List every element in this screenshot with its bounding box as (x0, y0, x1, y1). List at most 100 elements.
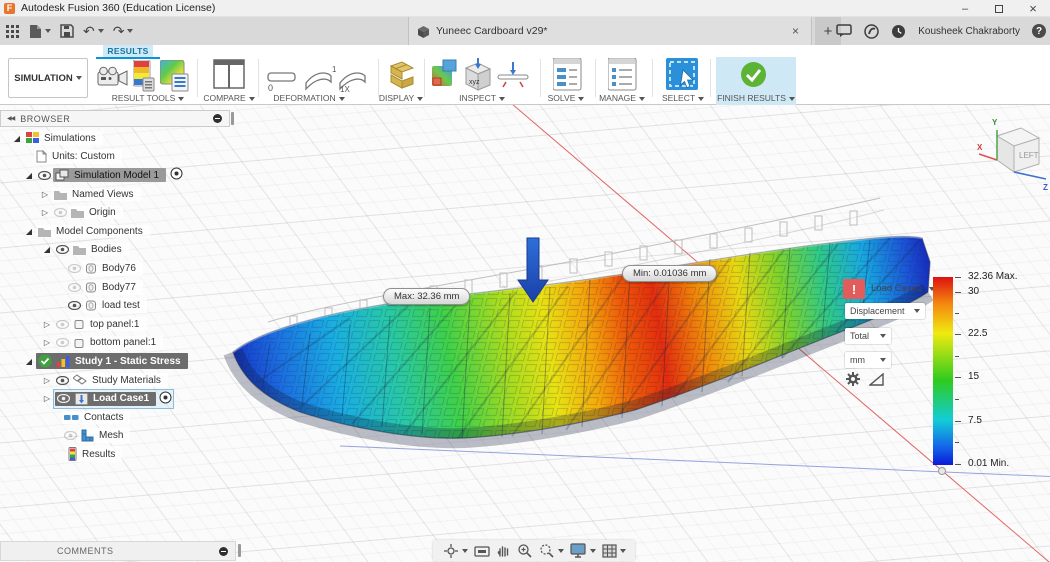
visibility-eye-icon[interactable] (54, 376, 71, 385)
comments-panel-header[interactable]: COMMENTS (0, 541, 236, 561)
visibility-off-eye-icon[interactable] (66, 283, 83, 292)
group-deformation[interactable]: DEFORMATION (267, 93, 351, 103)
display-settings-icon[interactable] (570, 543, 596, 558)
document-tab[interactable]: Yuneec Cardboard v29* × (408, 17, 812, 45)
browser-resize-handle[interactable] (231, 112, 234, 125)
tree-item-contacts[interactable]: Contacts (0, 408, 230, 427)
user-name[interactable]: Kousheek Chakraborty (918, 26, 1020, 37)
unit-dropdown[interactable]: mm (845, 352, 891, 368)
tree-item-body76[interactable]: Body76 (0, 259, 230, 278)
tree-item-simulation-model-1[interactable]: ◢ Simulation Model 1 (0, 166, 230, 185)
comments-title: COMMENTS (57, 546, 114, 556)
job-status-icon[interactable] (864, 24, 879, 39)
result-type-dropdown[interactable]: Displacement (845, 303, 925, 319)
visibility-eye-icon[interactable] (57, 394, 70, 403)
tree-item-origin[interactable]: ▷ Origin (0, 203, 230, 222)
collapsed-caret-icon[interactable]: ▷ (40, 338, 54, 347)
result-legend-icon[interactable] (160, 60, 190, 93)
visibility-off-eye-icon[interactable] (54, 338, 71, 347)
grid-layout-icon[interactable] (602, 544, 626, 558)
tree-item-bottom-panel[interactable]: ▷ bottom panel:1 (0, 334, 230, 353)
visibility-eye-icon[interactable] (54, 245, 71, 254)
manage-icon[interactable] (608, 58, 638, 92)
group-finish-results[interactable]: FINISH RESULTS (712, 93, 800, 103)
tree-item-model-components[interactable]: ◢ Model Components (0, 222, 230, 241)
tree-item-load-case1[interactable]: ▷ Load Case1 (0, 389, 230, 408)
visibility-off-eye-icon[interactable] (52, 208, 69, 217)
comments-resize-handle[interactable] (238, 544, 241, 557)
redo-button[interactable]: ↷ (113, 24, 134, 38)
visibility-off-eye-icon[interactable] (62, 431, 79, 440)
viewcube[interactable]: LEFT X Y Z (975, 112, 1050, 192)
group-result-tools[interactable]: RESULT TOOLS (103, 93, 193, 103)
expand-caret-icon[interactable]: ◢ (22, 227, 36, 236)
pan-icon[interactable] (496, 543, 511, 558)
app-grid-icon[interactable] (6, 25, 19, 38)
group-compare[interactable]: COMPARE (189, 93, 269, 103)
expand-caret-icon[interactable]: ◢ (22, 171, 36, 180)
group-display[interactable]: DISPLAY (361, 93, 441, 103)
tree-item-simulations[interactable]: ◢ Simulations (0, 129, 230, 148)
visibility-eye-icon[interactable] (36, 171, 53, 180)
collapsed-caret-icon[interactable]: ▷ (40, 394, 54, 403)
collapsed-caret-icon[interactable]: ▷ (38, 208, 52, 217)
inspect-icons[interactable]: xyz (432, 58, 530, 94)
deformation-icons[interactable]: 011X (266, 61, 370, 93)
minimize-button[interactable]: – (948, 0, 982, 17)
collapsed-caret-icon[interactable]: ▷ (40, 320, 54, 329)
activate-target-icon[interactable] (170, 167, 183, 183)
help-button[interactable]: ? (1032, 24, 1046, 38)
maximize-button[interactable] (982, 0, 1016, 17)
close-button[interactable]: × (1016, 0, 1050, 17)
orbit-icon[interactable] (443, 543, 468, 559)
group-inspect[interactable]: INSPECT (442, 93, 522, 103)
undo-button[interactable]: ↶ (83, 24, 104, 38)
result-details-icon[interactable] (133, 60, 155, 93)
browser-header[interactable]: ◀◀ BROWSER (0, 110, 230, 127)
look-at-icon[interactable] (474, 544, 490, 558)
activate-target-icon[interactable] (159, 391, 172, 407)
document-close-button[interactable]: × (788, 24, 803, 38)
history-clock-icon[interactable] (891, 24, 906, 39)
tree-item-named-views[interactable]: ▷ Named Views (0, 185, 230, 204)
tree-item-top-panel[interactable]: ▷ top panel:1 (0, 315, 230, 334)
tree-item-mesh[interactable]: Mesh (0, 427, 230, 446)
legend-scale-icon[interactable] (869, 373, 884, 391)
finish-check-icon[interactable] (741, 62, 766, 87)
solve-icon[interactable] (553, 58, 583, 92)
tree-item-study-1[interactable]: ◢ Study 1 - Static Stress (0, 352, 230, 371)
animate-results-icon[interactable] (97, 63, 131, 93)
tree-item-load-test[interactable]: load test (0, 296, 230, 315)
expand-caret-icon[interactable]: ◢ (22, 357, 36, 366)
browser-options-icon[interactable] (213, 114, 222, 123)
comments-options-icon[interactable] (219, 547, 228, 556)
tab-results[interactable]: RESULTS (103, 45, 153, 57)
simulation-model[interactable] (233, 236, 930, 438)
visibility-off-eye-icon[interactable] (66, 264, 83, 273)
fit-icon[interactable] (539, 543, 564, 559)
tree-item-bodies[interactable]: ◢ Bodies (0, 241, 230, 260)
group-select[interactable]: SELECT (643, 93, 723, 103)
expand-caret-icon[interactable]: ◢ (40, 245, 54, 254)
comment-bubble-icon[interactable] (836, 24, 852, 38)
collapse-browser-icon[interactable]: ◀◀ (7, 115, 14, 122)
visibility-eye-icon[interactable] (66, 301, 83, 310)
tree-item-units[interactable]: Units: Custom (0, 148, 230, 167)
compare-icon[interactable] (213, 59, 245, 91)
expand-caret-icon[interactable]: ◢ (10, 134, 24, 143)
tree-item-results[interactable]: Results (0, 445, 230, 464)
select-icon[interactable] (666, 58, 700, 92)
collapsed-caret-icon[interactable]: ▷ (40, 376, 54, 385)
collapsed-caret-icon[interactable]: ▷ (38, 190, 52, 199)
workspace-selector-button[interactable]: SIMULATION (8, 58, 88, 98)
display-icon[interactable] (386, 59, 418, 91)
file-menu-button[interactable] (28, 24, 51, 39)
component-dropdown[interactable]: Total (845, 328, 891, 344)
save-button[interactable] (60, 24, 74, 38)
load-case-dropdown[interactable]: Load Case1 (871, 283, 935, 294)
tree-item-body77[interactable]: Body77 (0, 278, 230, 297)
tree-item-study-materials[interactable]: ▷ Study Materials (0, 371, 230, 390)
visibility-off-eye-icon[interactable] (54, 320, 71, 329)
legend-settings-gear-icon[interactable] (845, 371, 861, 392)
zoom-icon[interactable] (517, 543, 533, 559)
